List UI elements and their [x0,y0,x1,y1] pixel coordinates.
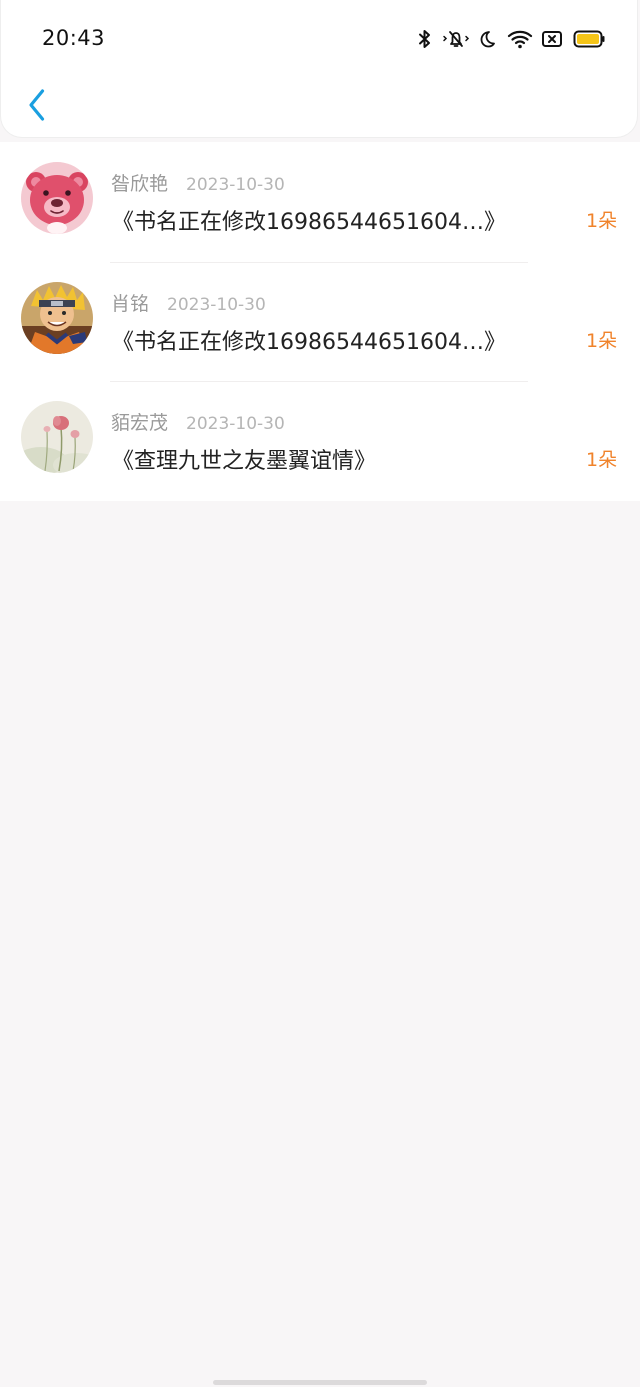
anime-character-avatar [21,281,93,354]
pink-bear-avatar [21,162,93,234]
mute-icon [443,31,470,47]
wifi-icon [507,30,533,49]
book-title: 《查理九世之友墨翼谊情》 [112,449,377,474]
list-item[interactable]: 貊宏茂 2023-10-30 《查理九世之友墨翼谊情》 1朵 [0,381,640,501]
top-bar: 20:43 [0,0,638,138]
chevron-left-icon [29,89,45,121]
status-time: 20:43 [42,26,106,50]
record-date: 2023-10-30 [186,175,285,195]
battery-icon [573,30,605,48]
back-button[interactable] [19,84,55,126]
record-date: 2023-10-30 [186,414,285,434]
sender-name: 肖铭 [111,292,150,315]
bluetooth-icon [419,30,430,48]
list-item[interactable]: 昝欣艳 2023-10-30 《书名正在修改16986544651604…》 1… [0,142,640,262]
sender-name: 昝欣艳 [111,173,169,195]
moon-icon [480,31,495,48]
record-date: 2023-10-30 [167,294,266,315]
row-divider [110,381,528,382]
gift-record-list: 昝欣艳 2023-10-30 《书名正在修改16986544651604…》 1… [0,142,640,501]
flower-avatar [21,401,93,473]
flower-count: 1朵 [586,210,618,232]
flower-count: 1朵 [586,449,618,471]
sender-name: 貊宏茂 [111,412,169,434]
flower-count: 1朵 [586,329,618,352]
row-divider [110,261,528,263]
book-title: 《书名正在修改16986544651604…》 [112,329,506,355]
book-title: 《书名正在修改16986544651604…》 [112,210,506,235]
status-bar: 20:43 [1,0,640,78]
status-icons [417,28,605,50]
home-indicator[interactable] [213,1380,427,1385]
sim-card-icon [542,31,562,47]
list-item[interactable]: 肖铭 2023-10-30 《书名正在修改16986544651604…》 1朵 [0,261,640,382]
